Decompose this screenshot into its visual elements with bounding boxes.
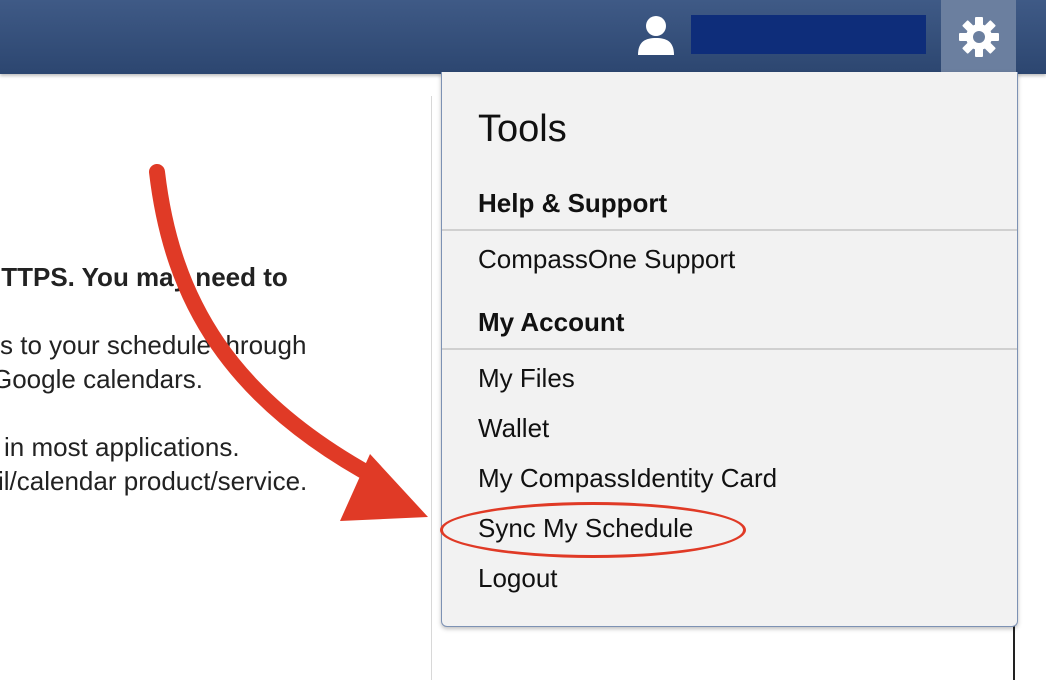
red-arrow-icon [149,164,428,521]
